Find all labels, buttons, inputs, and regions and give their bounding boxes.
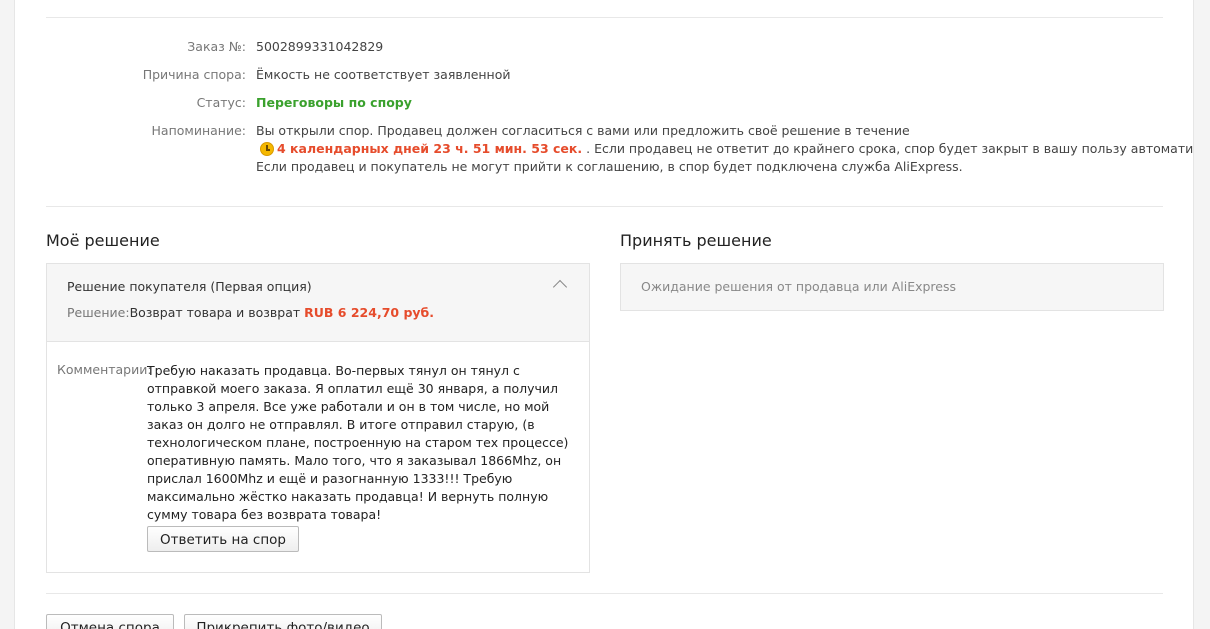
- solution-header[interactable]: Решение покупателя (Первая опция) Решени…: [47, 264, 589, 342]
- top-divider: [46, 17, 1163, 18]
- reason-label: Причина спора:: [142, 67, 246, 82]
- status-label: Статус:: [196, 95, 246, 110]
- status-value: Переговоры по спору: [256, 95, 412, 110]
- refund-amount: RUB 6 224,70 руб.: [304, 305, 435, 320]
- reminder-line-1: Вы открыли спор. Продавец должен согласи…: [256, 123, 910, 138]
- my-solution-title: Моё решение: [46, 231, 160, 250]
- comments-label: Комментарии:: [57, 362, 152, 377]
- chevron-up-icon[interactable]: [552, 279, 568, 295]
- middle-divider: [46, 206, 1163, 207]
- bottom-divider: [46, 593, 1163, 594]
- dispute-reason: Ёмкость не соответствует заявленной: [256, 67, 511, 82]
- option-title: Решение покупателя (Первая опция): [67, 279, 312, 294]
- waiting-text: Ожидание решения от продавца или AliExpr…: [641, 279, 957, 294]
- my-solution-box: Решение покупателя (Первая опция) Решени…: [46, 263, 590, 573]
- cancel-dispute-button[interactable]: Отмена спора: [46, 614, 174, 629]
- reminder-line-3: Если продавец и покупатель не могут прий…: [256, 159, 963, 174]
- accept-solution-box: Ожидание решения от продавца или AliExpr…: [620, 263, 1164, 311]
- reminder-line-2-text: . Если продавец не ответит до крайнего с…: [582, 141, 1194, 156]
- solution-line: Решение:Возврат товара и возврат RUB 6 2…: [67, 305, 434, 320]
- solution-text: Возврат товара и возврат: [129, 305, 305, 320]
- clock-icon: [260, 142, 274, 156]
- buyer-comment: Требую наказать продавца. Во-первых тяну…: [147, 363, 569, 522]
- reminder-text: Вы открыли спор. Продавец должен согласи…: [256, 122, 1194, 176]
- solution-label: Решение:: [67, 305, 130, 320]
- dispute-panel: Заказ №: 5002899331042829 Причина спора:…: [14, 0, 1194, 629]
- order-number: 5002899331042829: [256, 39, 384, 54]
- comment-area: Комментарии: Требую наказать продавца. В…: [47, 342, 589, 573]
- countdown-timer: 4 календарных дней 23 ч. 51 мин. 53 сек.: [277, 141, 583, 156]
- order-label: Заказ №:: [187, 39, 246, 54]
- reminder-line-2: 4 календарных дней 23 ч. 51 мин. 53 сек.…: [256, 140, 1194, 158]
- reply-dispute-button[interactable]: Ответить на спор: [147, 526, 299, 552]
- reminder-label: Напоминание:: [151, 123, 246, 138]
- accept-solution-title: Принять решение: [620, 231, 772, 250]
- attach-media-button[interactable]: Прикрепить фото/видео: [184, 614, 382, 629]
